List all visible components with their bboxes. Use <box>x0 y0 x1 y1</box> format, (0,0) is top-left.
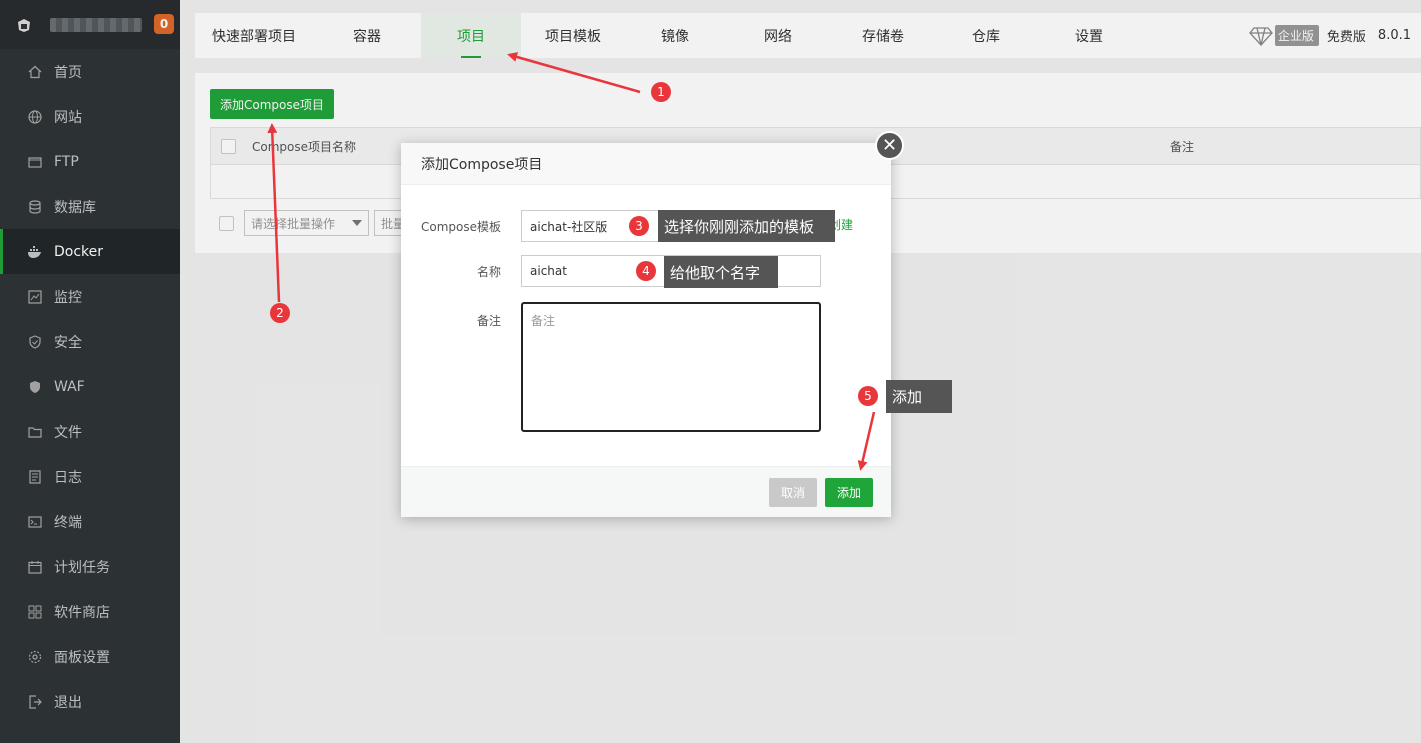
template-label: Compose模板 <box>420 220 501 234</box>
close-icon[interactable]: ✕ <box>875 131 904 160</box>
annotation-number-1: 1 <box>651 82 671 102</box>
name-input-value: aichat <box>530 264 567 278</box>
add-button[interactable]: 添加 <box>825 478 873 507</box>
annotation-tip-3: 选择你刚刚添加的模板 <box>658 210 835 242</box>
remark-textarea[interactable]: 备注 <box>521 302 821 432</box>
add-compose-dialog: 添加Compose项目 Compose模板 aichat-社区版 创建 名称 a… <box>401 143 891 517</box>
annotation-number-4: 4 <box>636 261 656 281</box>
annotation-number-5: 5 <box>858 386 878 406</box>
annotation-number-2: 2 <box>270 303 290 323</box>
template-select-value: aichat-社区版 <box>530 219 608 234</box>
name-label: 名称 <box>476 265 501 279</box>
remark-row: 备注 备注 <box>401 302 891 432</box>
remark-label: 备注 <box>476 314 501 328</box>
cancel-button[interactable]: 取消 <box>769 478 817 507</box>
remark-placeholder: 备注 <box>531 314 556 328</box>
annotation-number-3: 3 <box>629 216 649 236</box>
dialog-title: 添加Compose项目 <box>401 143 891 185</box>
dialog-footer: 取消 添加 <box>401 466 891 517</box>
annotation-tip-4: 给他取个名字 <box>664 256 778 288</box>
annotation-tip-5: 添加 <box>886 380 952 413</box>
